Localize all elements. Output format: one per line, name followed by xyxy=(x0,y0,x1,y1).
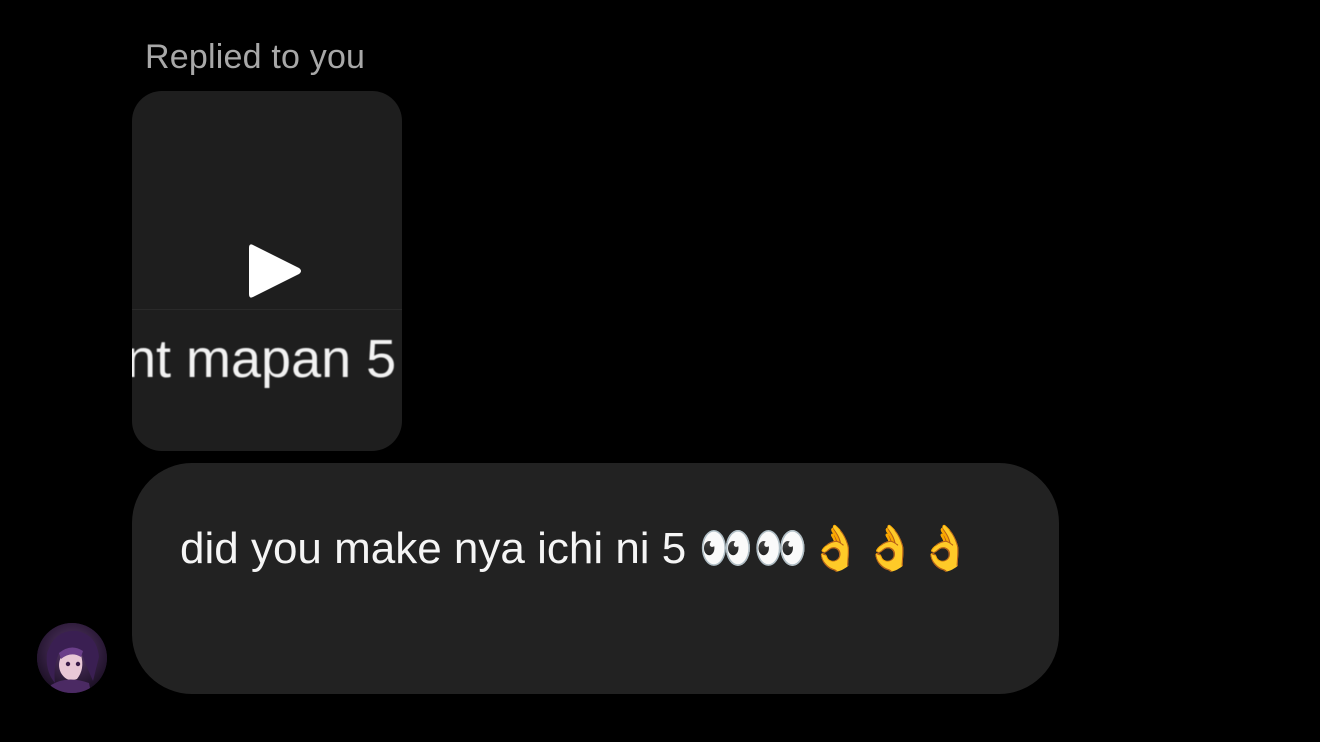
replied-to-you-label: Replied to you xyxy=(145,38,366,76)
chat-screen: Replied to you nt mapan 5 did you make n… xyxy=(0,0,1320,742)
preview-divider xyxy=(132,309,402,310)
message-text: did you make nya ichi ni 5 👀👀👌👌👌 xyxy=(180,524,973,573)
play-icon[interactable] xyxy=(245,239,305,303)
replied-video-preview[interactable]: nt mapan 5 xyxy=(132,91,402,451)
avatar-image-icon xyxy=(37,623,107,693)
video-overlay-text: nt mapan 5 xyxy=(132,329,397,389)
sender-avatar[interactable] xyxy=(37,623,107,693)
message-bubble[interactable]: did you make nya ichi ni 5 👀👀👌👌👌 xyxy=(132,463,1059,694)
